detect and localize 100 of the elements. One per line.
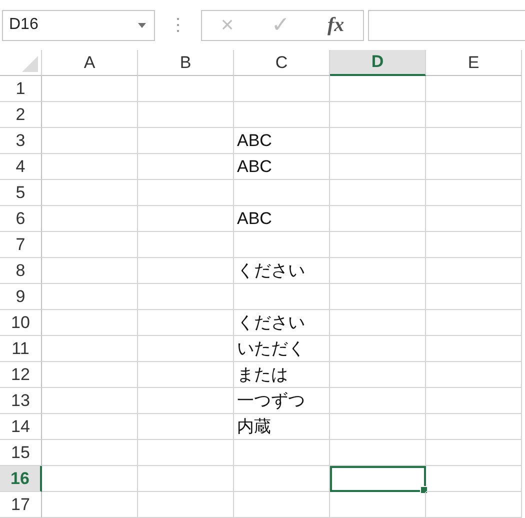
cell[interactable] (426, 414, 522, 440)
cell[interactable]: ABC (234, 206, 330, 232)
row-header[interactable]: 4 (0, 154, 42, 180)
row-header[interactable]: 7 (0, 232, 42, 258)
row-header[interactable]: 8 (0, 258, 42, 284)
row-header[interactable]: 12 (0, 362, 42, 388)
row-header[interactable]: 1 (0, 76, 42, 102)
active-cell[interactable] (330, 466, 426, 492)
cell[interactable] (138, 258, 234, 284)
cell[interactable] (138, 284, 234, 310)
cell[interactable] (138, 466, 234, 492)
cell[interactable] (426, 258, 522, 284)
cell[interactable] (330, 388, 426, 414)
cell[interactable] (42, 258, 138, 284)
cell[interactable] (138, 154, 234, 180)
column-header[interactable]: E (426, 50, 522, 76)
cell[interactable]: 一つずつ (234, 388, 330, 414)
cell[interactable] (330, 362, 426, 388)
row-header[interactable]: 11 (0, 336, 42, 362)
cell[interactable] (330, 102, 426, 128)
cell[interactable] (330, 310, 426, 336)
cell[interactable] (138, 336, 234, 362)
cell[interactable] (426, 76, 522, 102)
insert-function-button[interactable]: fx (321, 14, 350, 36)
formula-input[interactable] (368, 10, 525, 40)
column-header[interactable]: A (42, 50, 138, 76)
cell[interactable]: または (234, 362, 330, 388)
cell[interactable] (330, 180, 426, 206)
cell[interactable] (138, 362, 234, 388)
cell[interactable] (138, 414, 234, 440)
cell[interactable] (330, 206, 426, 232)
cell[interactable] (234, 76, 330, 102)
cell[interactable] (330, 232, 426, 258)
column-header[interactable]: D (330, 50, 426, 76)
row-header[interactable]: 10 (0, 310, 42, 336)
cell[interactable] (426, 154, 522, 180)
row-header[interactable]: 9 (0, 284, 42, 310)
cell[interactable] (42, 154, 138, 180)
cell[interactable] (330, 440, 426, 466)
cell[interactable] (330, 258, 426, 284)
cell[interactable] (426, 232, 522, 258)
cell[interactable] (138, 492, 234, 518)
cell[interactable] (42, 310, 138, 336)
cell[interactable] (138, 102, 234, 128)
cell[interactable] (426, 180, 522, 206)
cell[interactable] (234, 466, 330, 492)
cell[interactable] (234, 284, 330, 310)
cell[interactable] (330, 154, 426, 180)
cell[interactable] (42, 414, 138, 440)
cell[interactable] (426, 388, 522, 414)
cell[interactable] (42, 102, 138, 128)
cell[interactable] (42, 388, 138, 414)
row-header[interactable]: 14 (0, 414, 42, 440)
cell[interactable] (138, 310, 234, 336)
cell[interactable] (42, 76, 138, 102)
fill-handle[interactable] (420, 486, 428, 494)
select-all-button[interactable] (0, 50, 42, 76)
row-header[interactable]: 2 (0, 102, 42, 128)
cell[interactable] (42, 440, 138, 466)
row-header[interactable]: 17 (0, 492, 42, 518)
cell[interactable] (426, 440, 522, 466)
cell[interactable] (426, 492, 522, 518)
row-header[interactable]: 13 (0, 388, 42, 414)
cell[interactable] (426, 284, 522, 310)
cell[interactable] (42, 128, 138, 154)
cell[interactable] (330, 128, 426, 154)
cell[interactable] (426, 362, 522, 388)
cell[interactable] (42, 492, 138, 518)
cell[interactable] (138, 76, 234, 102)
cell[interactable] (330, 414, 426, 440)
column-header[interactable]: B (138, 50, 234, 76)
cell[interactable] (234, 492, 330, 518)
row-header[interactable]: 16 (0, 466, 42, 492)
cell[interactable] (426, 128, 522, 154)
cell[interactable] (138, 206, 234, 232)
name-box[interactable]: D16 (2, 10, 155, 40)
cell[interactable] (426, 206, 522, 232)
cell[interactable] (138, 388, 234, 414)
cell[interactable] (138, 180, 234, 206)
cell[interactable] (42, 206, 138, 232)
cell[interactable] (426, 310, 522, 336)
cell[interactable] (330, 284, 426, 310)
cell[interactable]: 内蔵 (234, 414, 330, 440)
cell[interactable] (42, 466, 138, 492)
cell[interactable] (42, 336, 138, 362)
row-header[interactable]: 6 (0, 206, 42, 232)
row-header[interactable]: 5 (0, 180, 42, 206)
cell[interactable] (330, 492, 426, 518)
cell[interactable]: ください (234, 310, 330, 336)
cell[interactable] (426, 102, 522, 128)
cell[interactable] (234, 232, 330, 258)
cell[interactable] (42, 362, 138, 388)
cell[interactable] (426, 336, 522, 362)
cell[interactable]: ください (234, 258, 330, 284)
cell[interactable] (42, 284, 138, 310)
cell[interactable] (138, 440, 234, 466)
cell[interactable]: ABC (234, 154, 330, 180)
cell[interactable] (42, 180, 138, 206)
cell[interactable] (234, 440, 330, 466)
cell[interactable] (234, 180, 330, 206)
